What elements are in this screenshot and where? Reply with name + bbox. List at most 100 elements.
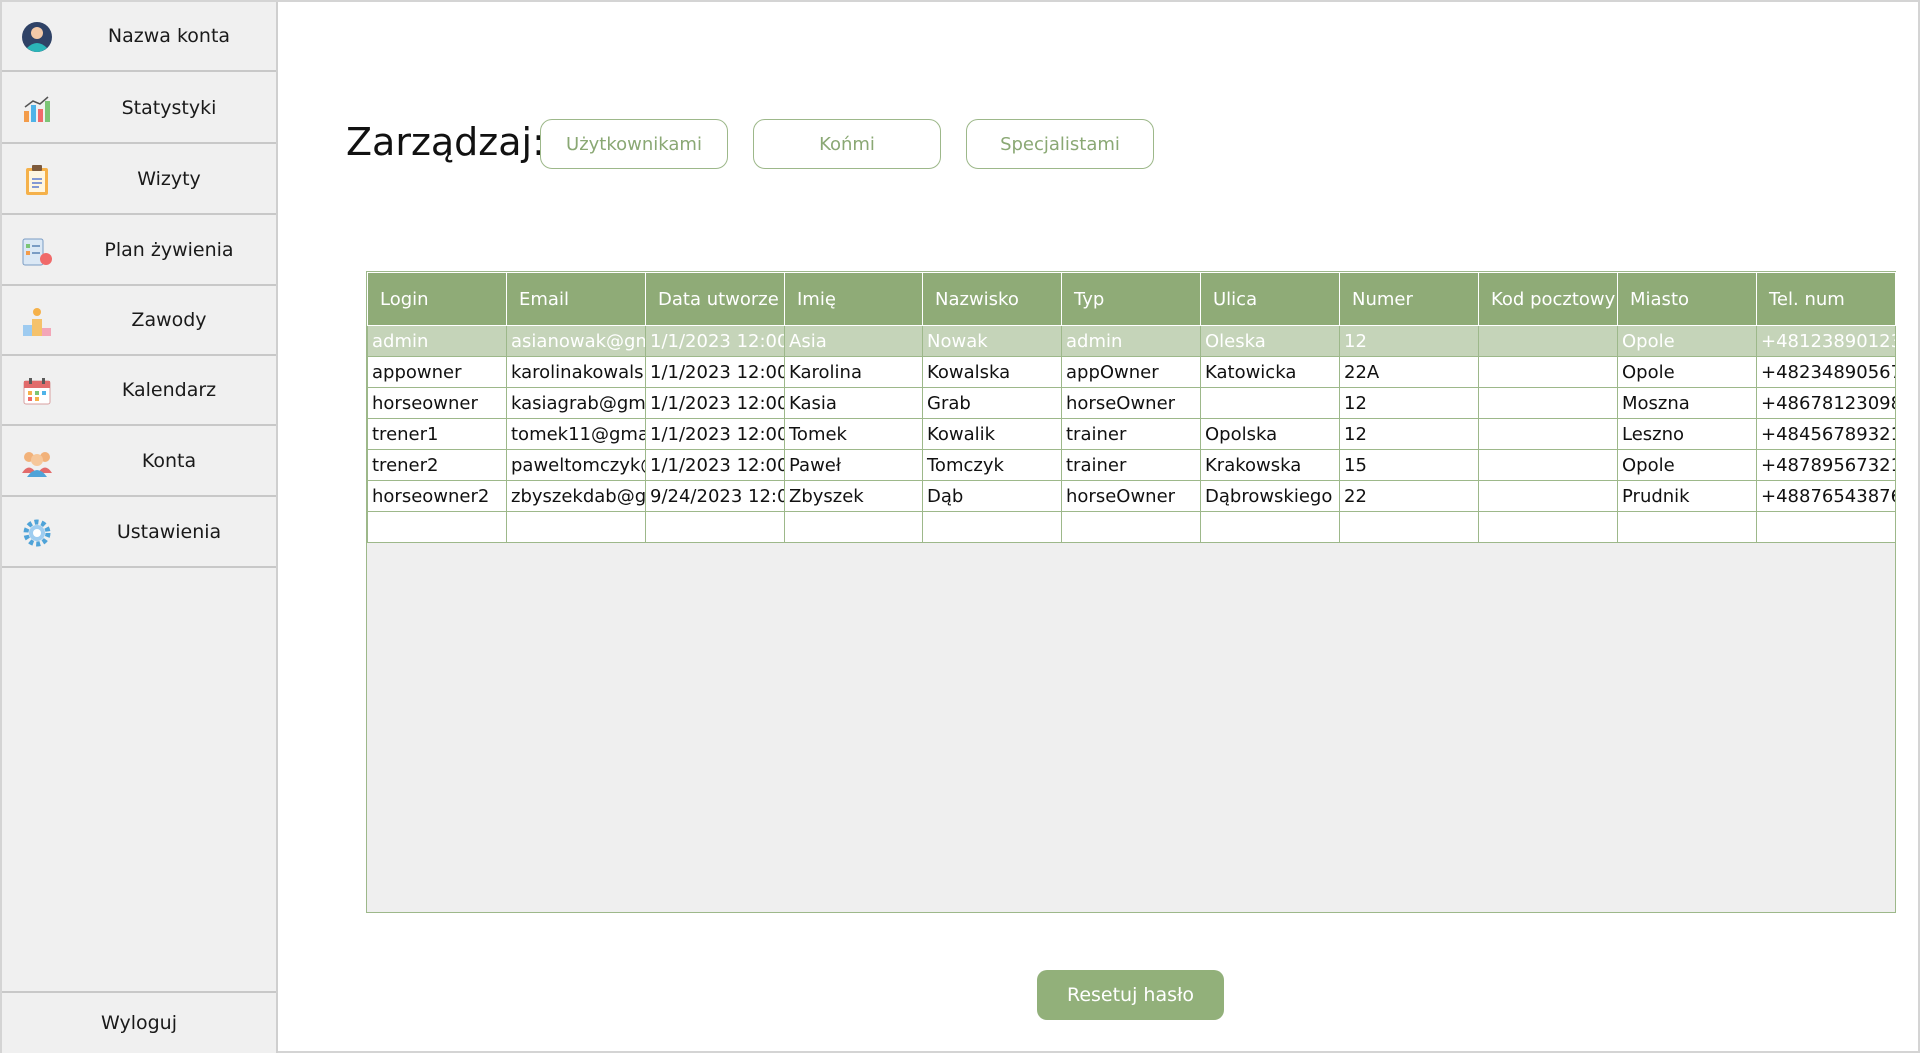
- table-cell[interactable]: trener1: [367, 418, 507, 450]
- table-cell[interactable]: Leszno: [1617, 418, 1757, 450]
- column-header[interactable]: Numer: [1339, 272, 1479, 326]
- table-cell[interactable]: 12: [1339, 418, 1479, 450]
- table-cell[interactable]: Kowalska: [922, 356, 1062, 388]
- table-cell[interactable]: [1478, 449, 1618, 481]
- table-cell[interactable]: 1/1/2023 12:00:: [645, 418, 785, 450]
- column-header[interactable]: Tel. num: [1756, 272, 1896, 326]
- sidebar-item-visits[interactable]: Wizyty: [2, 145, 276, 215]
- table-cell[interactable]: Opole: [1617, 449, 1757, 481]
- table-cell[interactable]: trener2: [367, 449, 507, 481]
- column-header[interactable]: Ulica: [1200, 272, 1340, 326]
- table-cell[interactable]: kasiagrab@gma: [506, 387, 646, 419]
- table-cell[interactable]: 22A: [1339, 356, 1479, 388]
- table-cell[interactable]: Tomek: [784, 418, 923, 450]
- table-cell[interactable]: Oleska: [1200, 325, 1340, 357]
- table-cell[interactable]: 15: [1339, 449, 1479, 481]
- table-cell[interactable]: Zbyszek: [784, 480, 923, 512]
- table-cell[interactable]: horseowner2: [367, 480, 507, 512]
- table-cell[interactable]: Grab: [922, 387, 1062, 419]
- table-row[interactable]: horseowner kasiagrab@gma 1/1/2023 12:00: Ka…: [367, 387, 1896, 419]
- table-cell[interactable]: [367, 511, 507, 543]
- table-cell[interactable]: [1478, 511, 1618, 543]
- table-cell[interactable]: 22: [1339, 480, 1479, 512]
- manage-horses-button[interactable]: Końmi: [753, 119, 941, 169]
- column-header[interactable]: Kod pocztowy: [1478, 272, 1618, 326]
- table-cell[interactable]: Krakowska: [1200, 449, 1340, 481]
- table-cell[interactable]: [506, 511, 646, 543]
- table-cell[interactable]: +48234890567: [1756, 356, 1896, 388]
- table-cell[interactable]: admin: [367, 325, 507, 357]
- table-cell[interactable]: karolinakowalsk: [506, 356, 646, 388]
- table-row[interactable]: horseowner2 zbyszekdab@gr 9/24/2023 12:0(Z…: [367, 480, 1896, 512]
- table-cell[interactable]: Paweł: [784, 449, 923, 481]
- table-cell[interactable]: +48123890123: [1756, 325, 1896, 357]
- table-cell[interactable]: Prudnik: [1617, 480, 1757, 512]
- table-cell[interactable]: asianowak@gm: [506, 325, 646, 357]
- sidebar-item-competitions[interactable]: Zawody: [2, 286, 276, 356]
- table-cell[interactable]: admin: [1061, 325, 1201, 357]
- table-cell[interactable]: 1/1/2023 12:00:: [645, 449, 785, 481]
- table-cell[interactable]: [1200, 511, 1340, 543]
- table-cell[interactable]: horseOwner: [1061, 480, 1201, 512]
- table-cell[interactable]: +48456789321: [1756, 418, 1896, 450]
- table-cell[interactable]: [1061, 511, 1201, 543]
- table-cell[interactable]: [784, 511, 923, 543]
- table-cell[interactable]: Opolska: [1200, 418, 1340, 450]
- table-cell[interactable]: horseowner: [367, 387, 507, 419]
- table-cell[interactable]: [1756, 511, 1896, 543]
- users-data-grid[interactable]: Login Email Data utworze Imię Nazwisko Typ Uli…: [366, 271, 1896, 913]
- table-cell[interactable]: +48678123098: [1756, 387, 1896, 419]
- table-cell[interactable]: Dąb: [922, 480, 1062, 512]
- manage-specialists-button[interactable]: Specjalistami: [966, 119, 1154, 169]
- table-cell[interactable]: Asia: [784, 325, 923, 357]
- table-cell[interactable]: [1339, 511, 1479, 543]
- sidebar-item-statistics[interactable]: Statystyki: [2, 74, 276, 144]
- column-header[interactable]: Typ: [1061, 272, 1201, 326]
- table-row[interactable]: trener1 tomek11@gmai 1/1/2023 12:00: Tomek K…: [367, 418, 1896, 450]
- table-cell[interactable]: [1478, 387, 1618, 419]
- table-cell[interactable]: appowner: [367, 356, 507, 388]
- table-cell[interactable]: +48876543876: [1756, 480, 1896, 512]
- table-cell[interactable]: Moszna: [1617, 387, 1757, 419]
- table-cell[interactable]: 1/1/2023 12:00:: [645, 387, 785, 419]
- table-cell[interactable]: [1478, 356, 1618, 388]
- reset-password-button[interactable]: Resetuj hasło: [1037, 970, 1224, 1020]
- table-cell[interactable]: [1478, 418, 1618, 450]
- column-header[interactable]: Data utworze: [645, 272, 785, 326]
- table-cell[interactable]: 1/1/2023 12:00:: [645, 356, 785, 388]
- table-cell[interactable]: tomek11@gmai: [506, 418, 646, 450]
- table-cell[interactable]: [645, 511, 785, 543]
- table-cell[interactable]: [1617, 511, 1757, 543]
- table-cell[interactable]: zbyszekdab@gr: [506, 480, 646, 512]
- column-header[interactable]: Nazwisko: [922, 272, 1062, 326]
- sidebar-item-calendar[interactable]: Kalendarz: [2, 356, 276, 426]
- column-header[interactable]: Imię: [784, 272, 923, 326]
- sidebar-item-accounts[interactable]: Konta: [2, 427, 276, 497]
- column-header[interactable]: Email: [506, 272, 646, 326]
- sidebar-item-meal-plan[interactable]: Plan żywienia: [2, 216, 276, 286]
- table-cell[interactable]: Karolina: [784, 356, 923, 388]
- table-row[interactable]: [367, 511, 1896, 543]
- table-cell[interactable]: [1478, 325, 1618, 357]
- table-cell[interactable]: 12: [1339, 387, 1479, 419]
- table-cell[interactable]: Katowicka: [1200, 356, 1340, 388]
- table-row[interactable]: appowner karolinakowalsk 1/1/2023 12:00: Ka…: [367, 356, 1896, 388]
- table-cell[interactable]: trainer: [1061, 449, 1201, 481]
- manage-users-button[interactable]: Użytkownikami: [540, 119, 728, 169]
- table-cell[interactable]: [922, 511, 1062, 543]
- sidebar-item-account[interactable]: Nazwa konta: [2, 2, 276, 72]
- table-cell[interactable]: Kasia: [784, 387, 923, 419]
- table-cell[interactable]: 12: [1339, 325, 1479, 357]
- table-cell[interactable]: paweltomczyk@: [506, 449, 646, 481]
- table-cell[interactable]: 1/1/2023 12:00:: [645, 325, 785, 357]
- table-cell[interactable]: [1200, 387, 1340, 419]
- column-header[interactable]: Login: [367, 272, 507, 326]
- table-cell[interactable]: Kowalik: [922, 418, 1062, 450]
- table-row[interactable]: trener2 paweltomczyk@ 1/1/2023 12:00: Paweł…: [367, 449, 1896, 481]
- table-cell[interactable]: appOwner: [1061, 356, 1201, 388]
- table-cell[interactable]: [1478, 480, 1618, 512]
- table-cell[interactable]: Dąbrowskiego: [1200, 480, 1340, 512]
- table-row[interactable]: admin asianowak@gm 1/1/2023 12:00: Asia Nowa…: [367, 325, 1896, 357]
- table-cell[interactable]: Tomczyk: [922, 449, 1062, 481]
- table-cell[interactable]: Opole: [1617, 325, 1757, 357]
